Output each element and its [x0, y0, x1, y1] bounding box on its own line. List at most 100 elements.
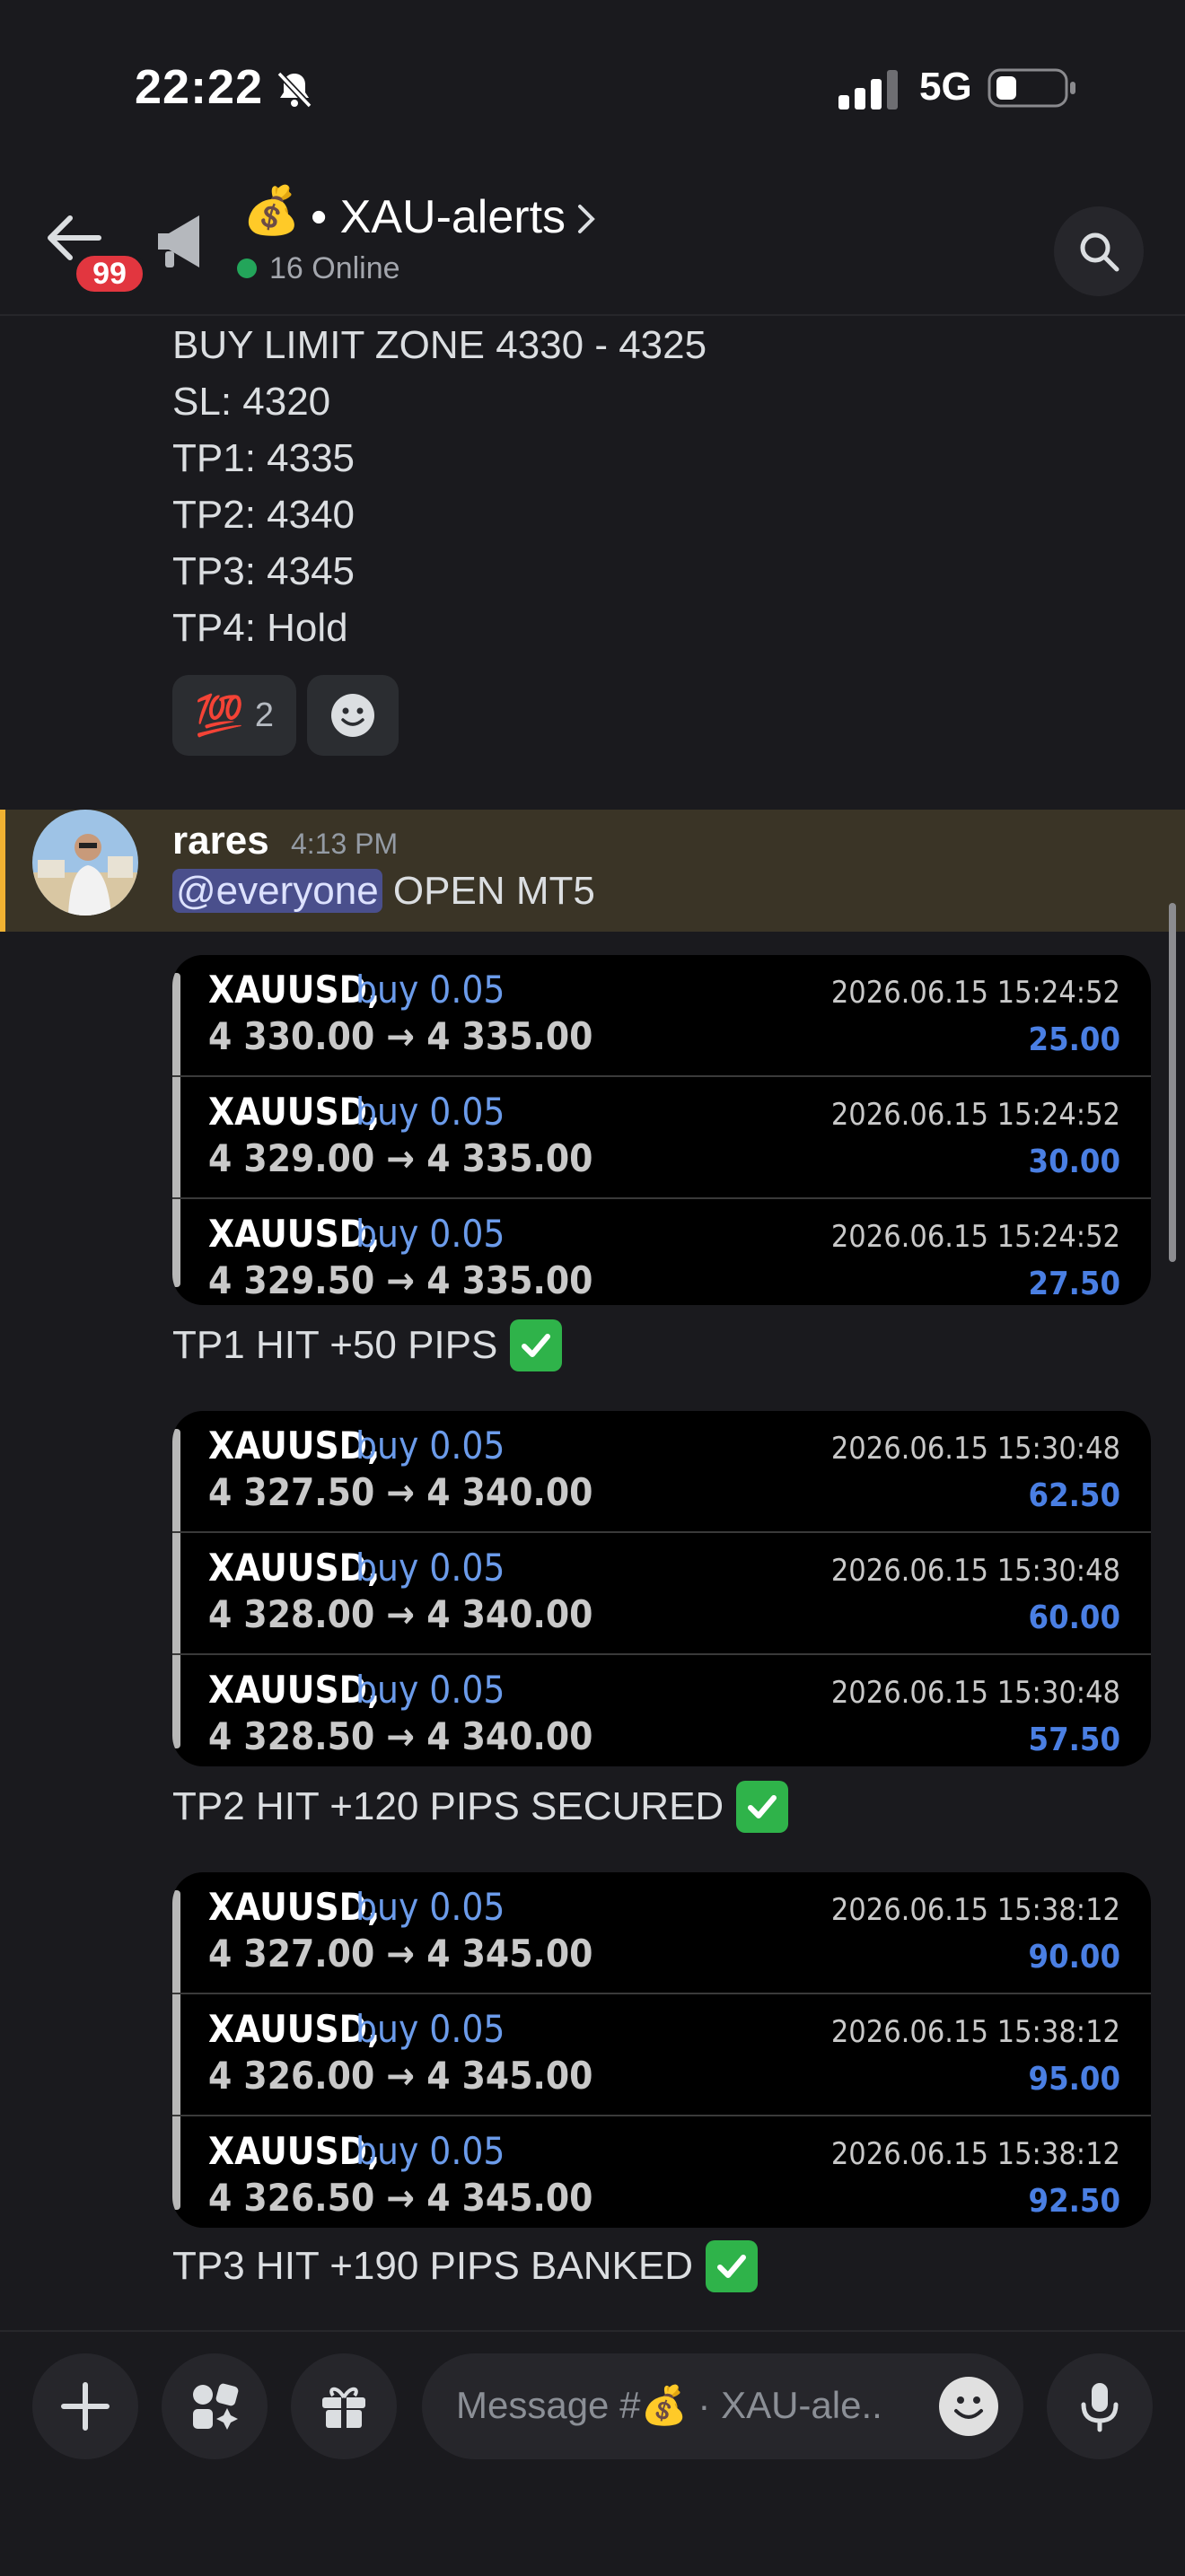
trade-date: 2026.06.15 15:38:12 — [830, 2014, 1120, 2050]
trade-side: buy 0.05 — [356, 1212, 505, 1256]
trade-date: 2026.06.15 15:24:52 — [830, 1097, 1120, 1133]
trade-profit: 57.50 — [1028, 1722, 1120, 1758]
network-type: 5G — [919, 65, 972, 109]
trade-screenshot[interactable]: XAUUSD, buy 0.05 4 327.50 → 4 340.00 202… — [172, 1411, 1151, 1766]
search-icon — [1080, 232, 1119, 272]
search-button[interactable] — [1054, 206, 1144, 296]
trade-prices: 4 329.50 → 4 335.00 — [208, 1258, 593, 1302]
trade-date: 2026.06.15 15:30:48 — [830, 1431, 1120, 1467]
plus-icon — [61, 2382, 110, 2431]
trade-prices: 4 326.50 → 4 345.00 — [208, 2176, 593, 2220]
trade-side: buy 0.05 — [356, 1090, 505, 1134]
trade-profit: 27.50 — [1028, 1266, 1120, 1302]
tp-caption: TP1 HIT +50 PIPS — [172, 1319, 563, 1371]
reaction-100[interactable]: 💯 2 — [172, 675, 296, 756]
trade-prices: 4 326.00 → 4 345.00 — [208, 2054, 593, 2098]
trade-profit: 90.00 — [1028, 1939, 1120, 1976]
trade-symbol: XAUUSD, — [208, 1668, 381, 1712]
voice-button[interactable] — [1047, 2353, 1153, 2459]
attach-button[interactable] — [32, 2353, 138, 2459]
chevron-right-icon[interactable] — [575, 201, 600, 237]
reaction-emoji: 💯 — [195, 694, 244, 738]
trade-profit: 95.00 — [1028, 2061, 1120, 2098]
status-time: 22:22 — [135, 60, 264, 114]
trade-date: 2026.06.15 15:38:12 — [830, 1892, 1120, 1928]
trade-side: buy 0.05 — [356, 968, 505, 1012]
online-indicator — [237, 258, 257, 278]
mention-message[interactable]: rares 4:13 PM @everyone OPEN MT5 — [0, 810, 1185, 932]
trade-prices: 4 327.50 → 4 340.00 — [208, 1470, 593, 1514]
trade-row: XAUUSD, buy 0.05 4 329.00 → 4 335.00 202… — [172, 1077, 1151, 1199]
signal-line: SL: 4320 — [172, 380, 331, 424]
tp-caption-text: TP1 HIT +50 PIPS — [172, 1323, 498, 1367]
avatar[interactable] — [32, 810, 138, 916]
tp-caption-text: TP2 HIT +120 PIPS SECURED — [172, 1784, 724, 1828]
signal-line: TP2: 4340 — [172, 493, 356, 537]
checkmark-icon — [510, 1319, 563, 1371]
trade-symbol: XAUUSD, — [208, 1424, 381, 1468]
signal-line: BUY LIMIT ZONE 4330 - 4325 — [172, 323, 707, 367]
trade-side: buy 0.05 — [356, 2129, 505, 2173]
trade-side: buy 0.05 — [356, 1885, 505, 1929]
channel-header: 99 💰 • XAU-alerts 16 Online — [0, 180, 1185, 316]
message-placeholder: Message #💰 · XAU-ale.. — [456, 2384, 882, 2426]
smiley-add-reaction-icon — [331, 694, 374, 737]
trade-side: buy 0.05 — [356, 2007, 505, 2051]
trade-profit: 60.00 — [1028, 1599, 1120, 1636]
signal-line: TP4: Hold — [172, 606, 348, 650]
scrollbar[interactable] — [1169, 903, 1176, 1262]
trade-symbol: XAUUSD, — [208, 1090, 381, 1134]
apps-button[interactable] — [162, 2353, 268, 2459]
trade-row: XAUUSD, buy 0.05 4 326.50 → 4 345.00 202… — [172, 2116, 1151, 2228]
trade-prices: 4 328.50 → 4 340.00 — [208, 1714, 593, 1758]
apps-icon — [193, 2383, 239, 2430]
trade-row: XAUUSD, buy 0.05 4 328.00 → 4 340.00 202… — [172, 1533, 1151, 1655]
trade-symbol: XAUUSD, — [208, 2129, 381, 2173]
trade-symbol: XAUUSD, — [208, 968, 381, 1012]
tp-caption: TP3 HIT +190 PIPS BANKED — [172, 2240, 758, 2292]
everyone-mention[interactable]: @everyone — [172, 869, 382, 913]
trade-profit: 92.50 — [1028, 2183, 1120, 2220]
online-count: 16 Online — [269, 251, 400, 285]
trade-screenshot[interactable]: XAUUSD, buy 0.05 4 327.00 → 4 345.00 202… — [172, 1872, 1151, 2228]
trade-prices: 4 328.00 → 4 340.00 — [208, 1592, 593, 1636]
trade-profit: 25.00 — [1028, 1021, 1120, 1058]
status-bar: 22:22 5G — [0, 0, 1185, 180]
mention-highlight-bar — [0, 810, 5, 932]
trade-row: XAUUSD, buy 0.05 4 328.50 → 4 340.00 202… — [172, 1655, 1151, 1766]
trade-prices: 4 327.00 → 4 345.00 — [208, 1932, 593, 1976]
trade-symbol: XAUUSD, — [208, 2007, 381, 2051]
trade-profit: 62.50 — [1028, 1477, 1120, 1514]
trade-row: XAUUSD, buy 0.05 4 330.00 → 4 335.00 202… — [172, 955, 1151, 1077]
message-author[interactable]: rares — [172, 819, 269, 863]
trade-symbol: XAUUSD, — [208, 1212, 381, 1256]
gift-button[interactable] — [291, 2353, 397, 2459]
trade-date: 2026.06.15 15:24:52 — [830, 1219, 1120, 1255]
emoji-icon[interactable] — [939, 2377, 998, 2436]
trade-row: XAUUSD, buy 0.05 4 327.00 → 4 345.00 202… — [172, 1872, 1151, 1994]
trade-prices: 4 330.00 → 4 335.00 — [208, 1014, 593, 1058]
message-composer: Message #💰 · XAU-ale.. — [0, 2330, 1185, 2576]
add-reaction-button[interactable] — [307, 675, 399, 756]
trade-date: 2026.06.15 15:30:48 — [830, 1675, 1120, 1711]
trade-profit: 30.00 — [1028, 1143, 1120, 1180]
message-body: OPEN MT5 — [382, 869, 595, 913]
trade-side: buy 0.05 — [356, 1668, 505, 1712]
reaction-count: 2 — [254, 696, 274, 734]
trade-date: 2026.06.15 15:24:52 — [830, 975, 1120, 1011]
trade-side: buy 0.05 — [356, 1424, 505, 1468]
trade-screenshot[interactable]: XAUUSD, buy 0.05 4 330.00 → 4 335.00 202… — [172, 955, 1151, 1305]
tp-caption: TP2 HIT +120 PIPS SECURED — [172, 1781, 789, 1833]
trade-symbol: XAUUSD, — [208, 1885, 381, 1929]
mention-message-text: @everyone OPEN MT5 — [172, 869, 595, 914]
trade-date: 2026.06.15 15:38:12 — [830, 2136, 1120, 2172]
signal-icon — [838, 70, 898, 110]
trade-row: XAUUSD, buy 0.05 4 329.50 → 4 335.00 202… — [172, 1199, 1151, 1305]
battery-icon — [988, 68, 1075, 108]
gift-icon — [322, 2387, 365, 2428]
channel-name[interactable]: • XAU-alerts — [311, 190, 566, 244]
message-input[interactable]: Message #💰 · XAU-ale.. — [422, 2353, 1023, 2459]
checkmark-icon — [706, 2240, 758, 2292]
trade-symbol: XAUUSD, — [208, 1546, 381, 1590]
channel-emoji: 💰 — [242, 185, 301, 237]
